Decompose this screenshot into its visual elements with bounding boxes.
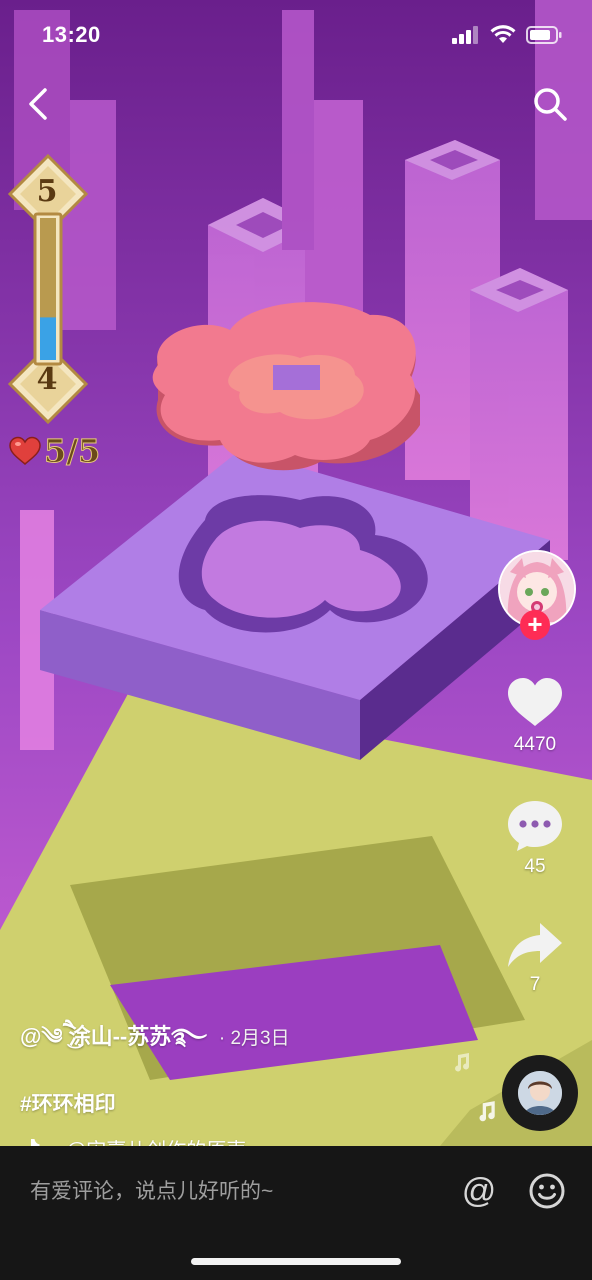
share-count: 7 — [529, 974, 541, 995]
status-bar: 13:20 — [0, 0, 592, 70]
level-current: 5 — [36, 174, 58, 209]
music-note-icon — [479, 1101, 495, 1122]
disc-cover-image — [518, 1071, 562, 1115]
date-separator: · — [218, 1028, 226, 1049]
video-info: @༄ཻ ͜涂山--苏苏࿐ · 2月3日 #环环相印 @宋嘉儿创作的原声 — [20, 1012, 460, 1163]
like-count: 4470 — [513, 734, 557, 755]
search-button[interactable] — [528, 82, 572, 126]
status-icons — [452, 25, 562, 45]
back-button[interactable] — [18, 82, 58, 126]
comment-count: 45 — [524, 856, 546, 877]
comment-input[interactable] — [30, 1174, 430, 1210]
author-name[interactable]: @༄ཻ ͜涂山--苏苏࿐ — [20, 1012, 207, 1074]
comment-bar: @ — [0, 1146, 592, 1280]
status-time: 13:20 — [42, 22, 101, 47]
post-date: · 2月3日 — [219, 1023, 290, 1050]
comment-icon — [508, 801, 562, 851]
mention-button[interactable]: @ — [460, 1172, 498, 1210]
post-date-value: 2月3日 — [230, 1028, 290, 1049]
author-line: @༄ཻ ͜涂山--苏苏࿐ · 2月3日 — [20, 1012, 460, 1074]
level-progress-fill — [40, 317, 56, 360]
search-icon — [534, 88, 567, 121]
battery-icon — [526, 26, 562, 44]
lives-value: 5/5 — [43, 432, 101, 471]
level-next: 4 — [36, 362, 58, 397]
disc-cover — [518, 1071, 562, 1115]
emoji-button[interactable] — [528, 1172, 566, 1210]
follow-button[interactable]: + — [520, 610, 550, 640]
heart-icon — [508, 678, 562, 726]
heart-icon — [9, 436, 41, 465]
signal-icon — [452, 26, 478, 44]
home-indicator — [191, 1258, 401, 1265]
hashtag-link[interactable]: #环环相印 — [20, 1088, 116, 1118]
chevron-left-icon — [29, 88, 47, 120]
lives-counter: 5/5 — [8, 432, 101, 471]
smiley-icon — [529, 1173, 565, 1209]
comment-button[interactable]: 45 — [492, 798, 578, 878]
music-disc[interactable] — [502, 1055, 578, 1131]
share-button[interactable]: 7 — [492, 920, 578, 996]
music-note-icon — [455, 1053, 470, 1072]
wifi-icon — [490, 25, 516, 43]
like-button[interactable]: 4470 — [492, 676, 578, 756]
share-arrow-icon — [508, 923, 562, 967]
